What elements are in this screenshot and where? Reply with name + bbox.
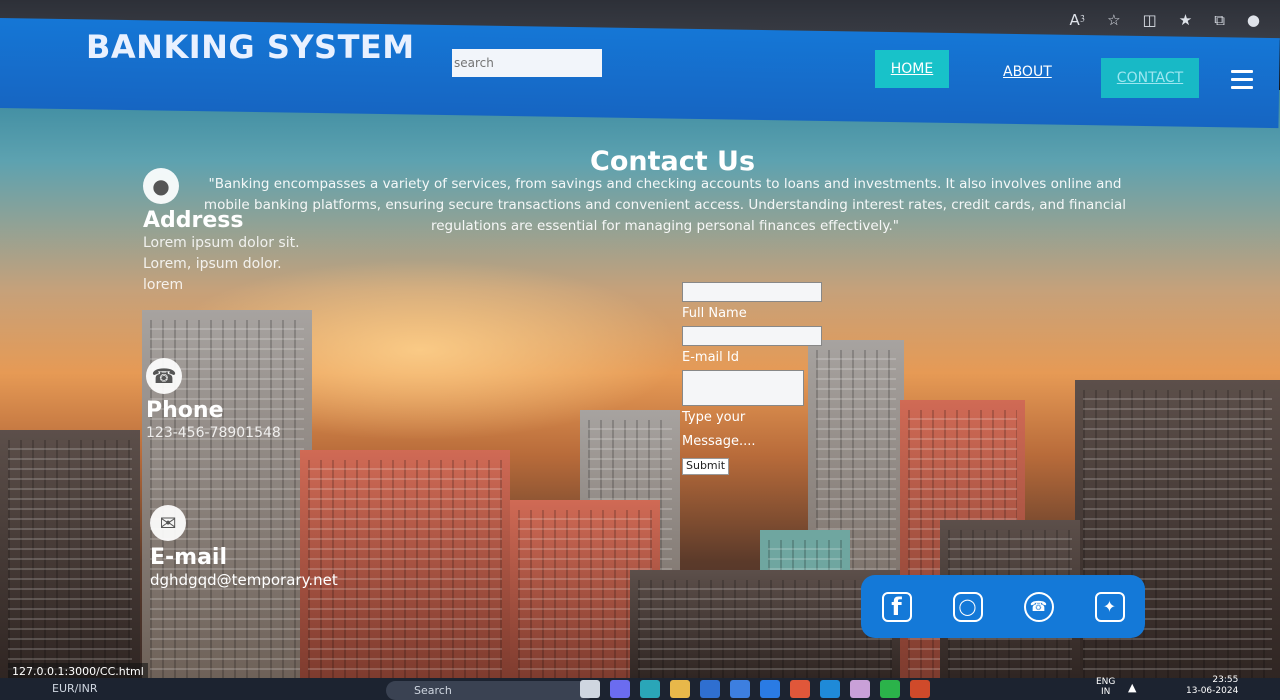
powerpoint-icon[interactable] — [910, 680, 930, 698]
social-links-bar: f ◯ ☎ ✦ — [861, 575, 1145, 638]
nav-about-link[interactable]: ABOUT — [1003, 64, 1052, 80]
brand-logo[interactable]: BANKING SYSTEM — [86, 28, 415, 66]
store-icon[interactable] — [730, 680, 750, 698]
email-block: ✉ E-mail dghdgqd@temporary.net — [150, 505, 338, 591]
phone-number: 123-456-78901548 — [146, 425, 281, 441]
windows-taskbar: EUR/INR Search ▲ ENG IN 23:55 13-06-2024 — [0, 675, 1280, 700]
region-code: IN — [1101, 687, 1111, 697]
taskbar-apps — [580, 680, 930, 698]
browser-toolbar-icons: A⁳ ☆ ◫ ★ ⧉ ● — [1069, 12, 1260, 28]
dropbox-icon[interactable] — [760, 680, 780, 698]
email-id-input[interactable] — [682, 326, 822, 346]
split-screen-icon[interactable]: ◫ — [1143, 12, 1157, 28]
address-line: Lorem, ipsum dolor. — [143, 256, 282, 272]
full-name-input[interactable] — [682, 282, 822, 302]
collections-icon[interactable]: ⧉ — [1214, 12, 1225, 28]
building — [630, 570, 900, 680]
whatsapp-app-icon[interactable] — [880, 680, 900, 698]
envelope-icon: ✉ — [150, 505, 186, 541]
hamburger-menu-icon[interactable] — [1231, 70, 1253, 94]
chat-icon[interactable] — [610, 680, 630, 698]
language-code: ENG — [1096, 677, 1116, 687]
phone-block: ☎ Phone 123-456-78901548 — [146, 358, 281, 444]
location-pin-icon: ● — [143, 168, 179, 204]
facebook-icon[interactable]: f — [881, 591, 912, 622]
email-heading: E-mail — [150, 545, 228, 570]
favorite-star-icon[interactable]: ☆ — [1107, 12, 1120, 28]
address-heading: Address — [143, 208, 244, 233]
twitter-icon[interactable]: ✦ — [1094, 591, 1125, 622]
page-title: Contact Us — [590, 146, 756, 177]
address-line: Lorem ipsum dolor sit. — [143, 235, 300, 251]
contact-description: "Banking encompasses a variety of servic… — [203, 176, 1127, 234]
word-icon[interactable] — [700, 680, 720, 698]
search-input[interactable] — [452, 49, 602, 77]
building — [0, 430, 140, 680]
instagram-icon[interactable]: ◯ — [952, 591, 983, 622]
clock[interactable]: 23:55 13-06-2024 — [1186, 675, 1238, 697]
address-block: ● Address Lorem ipsum dolor sit. Lorem, … — [143, 168, 300, 296]
message-label: Type your Message.... — [682, 410, 756, 449]
phone-icon: ☎ — [146, 358, 182, 394]
full-name-label: Full Name — [682, 306, 747, 321]
office-icon[interactable] — [790, 680, 810, 698]
app-icon[interactable] — [850, 680, 870, 698]
currency-widget[interactable]: EUR/INR — [52, 682, 97, 695]
clock-date: 13-06-2024 — [1186, 686, 1239, 696]
nav-home-link[interactable]: HOME — [875, 50, 949, 88]
copilot-icon[interactable]: ● — [1247, 12, 1260, 28]
email-id-label: E-mail Id — [682, 350, 739, 365]
whatsapp-icon[interactable]: ☎ — [1023, 591, 1054, 622]
clock-time: 23:55 — [1212, 675, 1239, 685]
nav-contact-link[interactable]: CONTACT — [1101, 58, 1199, 98]
language-indicator[interactable]: ENG IN — [1096, 677, 1115, 697]
taskbar-search[interactable]: Search — [386, 681, 594, 700]
email-address: dghdgqd@temporary.net — [150, 571, 338, 589]
vscode-icon[interactable] — [820, 680, 840, 698]
contact-form: Full Name E-mail Id Type your Message...… — [682, 282, 822, 475]
task-view-icon[interactable] — [580, 680, 600, 698]
edge-icon[interactable] — [640, 680, 660, 698]
message-textarea[interactable] — [682, 370, 804, 406]
system-tray-icons[interactable]: ▲ — [1128, 681, 1143, 694]
file-explorer-icon[interactable] — [670, 680, 690, 698]
submit-button[interactable]: Submit — [682, 458, 730, 475]
favorites-icon[interactable]: ★ — [1179, 12, 1192, 28]
phone-heading: Phone — [146, 398, 224, 423]
read-aloud-icon[interactable]: A⁳ — [1069, 12, 1085, 28]
address-line: lorem — [143, 277, 184, 293]
